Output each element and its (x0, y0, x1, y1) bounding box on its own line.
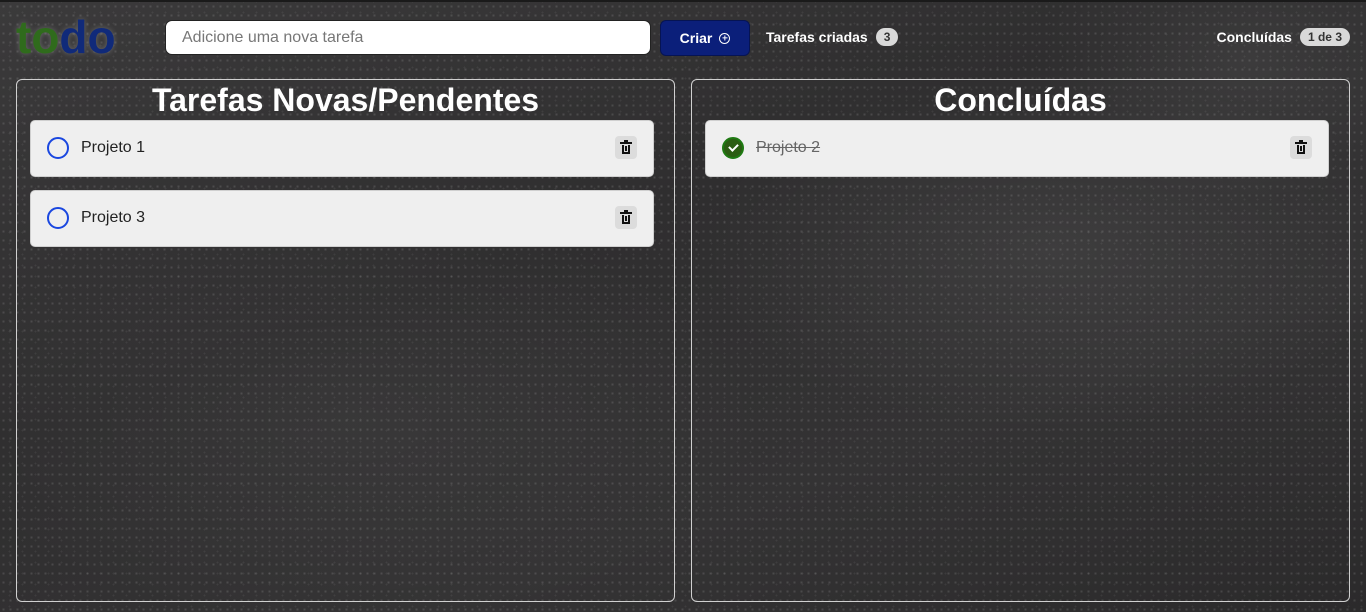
completed-tasks-label: Concluídas (1216, 29, 1292, 45)
task-item: Projeto 1 (30, 120, 654, 177)
created-tasks-counter: Tarefas criadas 3 (766, 28, 899, 46)
pending-panel-title: Tarefas Novas/Pendentes (151, 82, 540, 118)
logo-do: do (59, 11, 116, 63)
app-logo: todo (16, 12, 116, 62)
trash-icon (620, 140, 632, 154)
created-tasks-label: Tarefas criadas (766, 29, 868, 45)
delete-task-button[interactable] (1290, 136, 1312, 159)
delete-task-button[interactable] (615, 136, 637, 159)
task-text: Projeto 1 (81, 139, 146, 156)
task-item: Projeto 3 (30, 190, 654, 247)
task-checkbox[interactable] (47, 137, 69, 159)
delete-task-button[interactable] (615, 206, 637, 229)
new-task-input[interactable] (165, 20, 651, 55)
task-checkbox[interactable] (47, 207, 69, 229)
trash-icon (620, 210, 632, 224)
trash-icon (1295, 140, 1307, 154)
create-button-label: Criar (679, 30, 713, 46)
task-text: Projeto 2 (756, 139, 821, 156)
completed-panel-title: Concluídas (934, 82, 1107, 118)
plus-circle-icon (719, 32, 731, 44)
task-checkbox-checked[interactable] (722, 137, 744, 159)
check-icon (727, 141, 739, 152)
task-item: Projeto 2 (705, 120, 1329, 177)
task-text: Projeto 3 (81, 209, 146, 226)
completed-tasks-panel: Concluídas Projeto 2 (691, 79, 1350, 602)
completed-tasks-counter: Concluídas 1 de 3 (1216, 28, 1350, 46)
pending-tasks-panel: Tarefas Novas/Pendentes Projeto 1 Projet… (16, 79, 675, 602)
completed-tasks-badge: 1 de 3 (1299, 28, 1350, 46)
created-tasks-badge: 3 (875, 28, 899, 46)
logo-to: to (16, 11, 60, 63)
create-task-button[interactable]: Criar (660, 20, 750, 56)
